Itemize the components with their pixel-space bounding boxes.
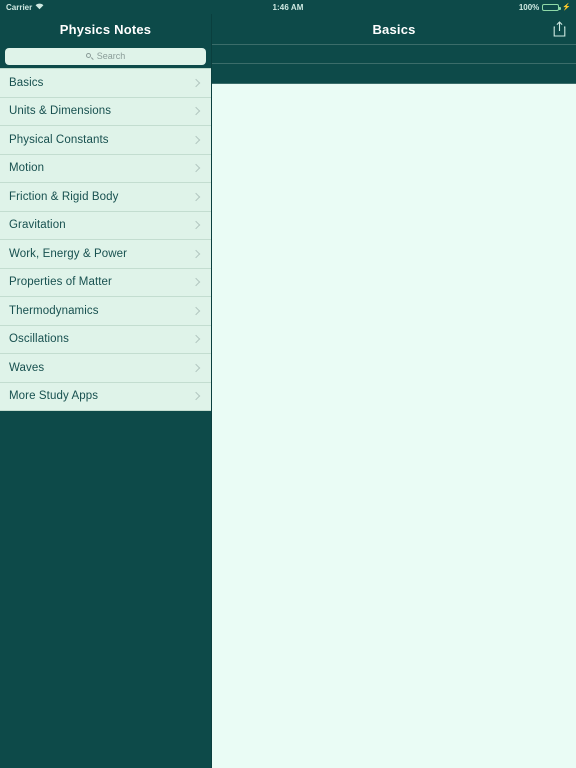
detail-content-area (212, 84, 576, 768)
sidebar-item-units-dimensions[interactable]: Units & Dimensions (0, 97, 211, 126)
sidebar-item-label: Motion (9, 162, 45, 175)
sidebar-header: Physics Notes (0, 14, 211, 44)
sidebar-item-waves[interactable]: Waves (0, 354, 211, 383)
sidebar-item-label: Waves (9, 361, 45, 374)
app-window: Carrier 1:46 AM 100% ⚡ Physics Notes Sea… (0, 0, 576, 768)
chevron-right-icon (191, 107, 201, 116)
status-bar-right: 100% ⚡ (519, 3, 571, 12)
chevron-right-icon (191, 363, 201, 372)
chevron-right-icon (191, 221, 201, 230)
search-bar-container: Search (0, 44, 211, 68)
charging-bolt-icon: ⚡ (562, 4, 571, 11)
sidebar-item-friction-rigid-body[interactable]: Friction & Rigid Body (0, 183, 211, 212)
chevron-right-icon (191, 335, 201, 344)
chevron-right-icon (191, 192, 201, 201)
chevron-right-icon (191, 392, 201, 401)
sidebar-item-physical-constants[interactable]: Physical Constants (0, 126, 211, 155)
detail-header: Basics (212, 14, 576, 45)
sidebar: Physics Notes Search Basics Units & Dime… (0, 14, 211, 768)
sidebar-item-oscillations[interactable]: Oscillations (0, 325, 211, 354)
sidebar-item-more-study-apps[interactable]: More Study Apps (0, 382, 211, 411)
sidebar-item-label: Units & Dimensions (9, 105, 112, 118)
detail-pane: Basics (211, 14, 576, 768)
status-bar: Carrier 1:46 AM 100% ⚡ (0, 0, 576, 14)
sidebar-item-gravitation[interactable]: Gravitation (0, 211, 211, 240)
sidebar-item-label: Oscillations (9, 333, 69, 346)
chevron-right-icon (191, 164, 201, 173)
split-view: Physics Notes Search Basics Units & Dime… (0, 14, 576, 768)
share-icon[interactable] (553, 21, 566, 37)
sidebar-item-label: Friction & Rigid Body (9, 190, 119, 203)
sidebar-item-label: Properties of Matter (9, 276, 112, 289)
sidebar-item-label: Basics (9, 76, 44, 89)
search-placeholder: Search (96, 51, 126, 61)
detail-band-two (212, 64, 576, 84)
sidebar-item-label: Work, Energy & Power (9, 247, 128, 260)
chevron-right-icon (191, 249, 201, 258)
sidebar-item-work-energy-power[interactable]: Work, Energy & Power (0, 240, 211, 269)
detail-title: Basics (372, 21, 416, 37)
chevron-right-icon (191, 78, 201, 87)
sidebar-item-label: More Study Apps (9, 390, 99, 403)
sidebar-item-properties-of-matter[interactable]: Properties of Matter (0, 268, 211, 297)
sidebar-menu-list: Basics Units & Dimensions Physical Const… (0, 68, 211, 411)
sidebar-item-label: Thermodynamics (9, 304, 99, 317)
battery-full-icon (542, 3, 561, 11)
status-bar-clock: 1:46 AM (272, 2, 304, 12)
sidebar-item-label: Physical Constants (9, 133, 109, 146)
sidebar-title: Physics Notes (59, 21, 152, 37)
sidebar-item-motion[interactable]: Motion (0, 154, 211, 183)
chevron-right-icon (191, 306, 201, 315)
battery-percent-label: 100% (518, 2, 540, 12)
sidebar-item-basics[interactable]: Basics (0, 69, 211, 98)
sidebar-item-label: Gravitation (9, 219, 66, 232)
sidebar-item-thermodynamics[interactable]: Thermodynamics (0, 297, 211, 326)
sidebar-empty-area (0, 411, 211, 768)
search-input[interactable]: Search (5, 47, 206, 65)
chevron-right-icon (191, 278, 201, 287)
chevron-right-icon (191, 135, 201, 144)
search-icon (85, 52, 93, 60)
detail-band-one (212, 45, 576, 64)
